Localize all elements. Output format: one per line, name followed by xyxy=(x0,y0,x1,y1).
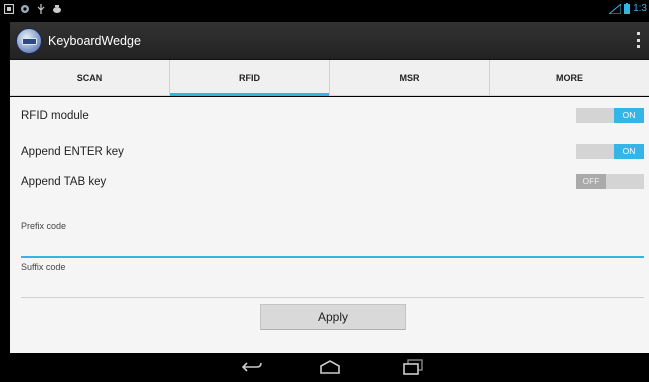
action-bar: KeyboardWedge xyxy=(10,22,649,60)
usb-icon xyxy=(37,4,45,14)
status-clock: 1:3 xyxy=(633,3,647,14)
rfid-module-state: ON xyxy=(614,108,644,123)
status-left-icons xyxy=(4,4,62,14)
navigation-bar xyxy=(10,353,649,382)
tab-more[interactable]: MORE xyxy=(489,60,649,95)
append-enter-label: Append ENTER key xyxy=(21,146,124,158)
append-enter-row: Append ENTER key ON xyxy=(10,138,649,168)
prefix-code-input[interactable] xyxy=(21,237,644,255)
prefix-code-label: Prefix code xyxy=(21,221,67,231)
settings-notif-icon xyxy=(21,5,29,13)
prefix-code-underline xyxy=(21,256,644,258)
tab-rfid[interactable]: RFID xyxy=(169,60,329,96)
suffix-code-label: Suffix code xyxy=(21,262,66,272)
tab-msr[interactable]: MSR xyxy=(329,60,489,95)
battery-icon xyxy=(624,3,631,14)
rfid-settings-panel: RFID module ON Append ENTER key ON Appen… xyxy=(10,97,649,353)
append-tab-toggle[interactable]: OFF xyxy=(576,174,644,189)
keyboard-app-icon[interactable] xyxy=(16,28,42,54)
append-tab-label: Append TAB key xyxy=(21,176,107,188)
rfid-module-toggle[interactable]: ON xyxy=(576,108,644,123)
apply-button[interactable]: Apply xyxy=(260,304,406,330)
tab-bar: SCAN RFID MSR MORE xyxy=(10,60,649,96)
rfid-module-label: RFID module xyxy=(21,110,89,122)
status-bar: 1:3 xyxy=(0,0,649,20)
append-enter-toggle[interactable]: ON xyxy=(576,144,644,159)
suffix-code-input[interactable] xyxy=(21,278,644,296)
append-enter-state: ON xyxy=(614,144,644,159)
suffix-code-underline xyxy=(21,297,644,298)
rfid-module-row: RFID module ON xyxy=(10,102,649,132)
back-icon[interactable] xyxy=(241,359,263,375)
signal-icon xyxy=(609,3,622,14)
append-tab-row: Append TAB key OFF xyxy=(10,168,649,198)
append-tab-state: OFF xyxy=(576,174,606,189)
overflow-menu-icon[interactable] xyxy=(636,32,640,48)
status-right: 1:3 xyxy=(609,3,647,14)
debug-icon xyxy=(53,5,61,13)
notification-icon xyxy=(4,4,14,14)
tab-scan[interactable]: SCAN xyxy=(10,60,169,95)
home-icon[interactable] xyxy=(319,359,341,375)
app-title: KeyboardWedge xyxy=(48,34,141,48)
recents-icon[interactable] xyxy=(402,359,424,375)
